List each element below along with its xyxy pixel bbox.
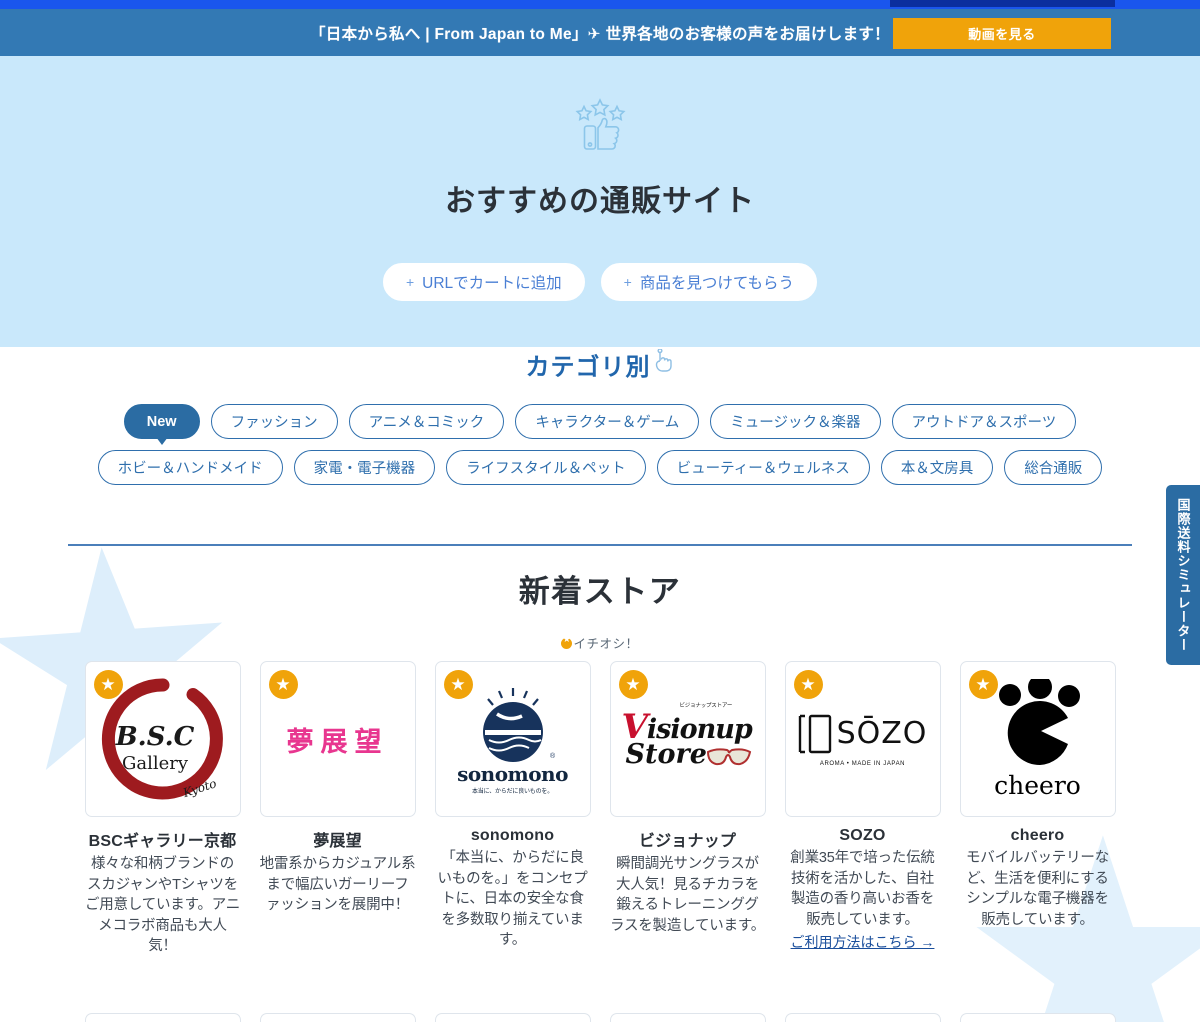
store-card[interactable]: ★ ビジョナップストアー Visionup Store ビジョナップ 瞬間調光サ… xyxy=(610,661,766,957)
category-row-2: ホビー＆ハンドメイド 家電・電子機器 ライフスタイル＆ペット ビューティー＆ウェ… xyxy=(0,450,1200,485)
door-icon xyxy=(798,712,832,756)
store-card[interactable]: ★ SŌZO AROMA • MADE IN JAPAN SOZO 創業35年で… xyxy=(785,661,941,957)
hero-section: おすすめの通販サイト + URLでカートに追加 + 商品を見つけてもらう xyxy=(0,56,1200,347)
store-logo-bsc-gallery-kyoto[interactable]: ★ B.S.C Gallery Kyoto xyxy=(85,661,241,817)
find-products-button[interactable]: + 商品を見つけてもらう xyxy=(601,263,817,301)
category-row-1: New ファッション アニメ＆コミック キャラクター＆ゲーム ミュージック＆楽器… xyxy=(0,404,1200,439)
shipping-simulator-tab-label: 国際送料シミュレーター xyxy=(1174,498,1193,652)
store-logo-text: 夢展望 xyxy=(287,720,389,759)
store-logo-sozo[interactable]: ★ SŌZO AROMA • MADE IN JAPAN xyxy=(785,661,941,817)
cheero-paw-icon xyxy=(982,679,1094,771)
new-stores-section: 新着ストア イチオシ！ ★ B.S.C Gallery Kyoto BSCギャラ… xyxy=(0,566,1200,957)
usage-guide-link[interactable]: ご利用方法はこちら → xyxy=(785,932,941,952)
star-badge-icon xyxy=(561,638,572,649)
hero-actions: + URLでカートに追加 + 商品を見つけてもらう xyxy=(383,263,817,301)
store-description: 地雷系からカジュアル系まで幅広いガーリーファッションを展開中！ xyxy=(260,854,416,916)
announcement-bar: 「日本から私へ | From Japan to Me」✈ 世界各地のお客様の声を… xyxy=(0,9,1200,56)
section-divider xyxy=(68,544,1132,546)
store-card[interactable]: ★ B.S.C Gallery Kyoto BSCギャラリー京都 様々な和柄ブラ… xyxy=(85,661,241,957)
store-card[interactable]: ★ ® sonomono 本当に、からだに良いものを。 xyxy=(435,661,591,957)
category-pill-new[interactable]: New xyxy=(124,404,200,439)
store-card-peek[interactable] xyxy=(610,1013,766,1022)
store-logo-text: SŌZO xyxy=(837,716,928,751)
category-pill-rows: New ファッション アニメ＆コミック キャラクター＆ゲーム ミュージック＆楽器… xyxy=(0,404,1200,485)
page-title: おすすめの通販サイト xyxy=(445,176,755,220)
category-section: カテゴリ別 New ファッション アニメ＆コミック キャラクター＆ゲーム ミュー… xyxy=(0,347,1200,496)
category-pill-hobby-handmade[interactable]: ホビー＆ハンドメイド xyxy=(98,450,283,485)
star-badge-icon: ★ xyxy=(619,670,648,699)
store-name: 夢展望 xyxy=(260,827,416,851)
store-card-peek[interactable] xyxy=(435,1013,591,1022)
category-pill-fashion[interactable]: ファッション xyxy=(211,404,338,439)
store-logo-visionup-store[interactable]: ★ ビジョナップストアー Visionup Store xyxy=(610,661,766,817)
star-badge-icon: ★ xyxy=(794,670,823,699)
plus-icon: + xyxy=(624,274,632,290)
new-stores-heading: 新着ストア xyxy=(0,566,1200,611)
shipping-simulator-tab[interactable]: 国際送料シミュレーター xyxy=(1166,485,1200,665)
category-pill-character-game[interactable]: キャラクター＆ゲーム xyxy=(515,404,699,439)
sunglasses-icon xyxy=(706,746,752,768)
store-description: 「本当に、からだに良いものを。」をコンセプトに、日本の安全な食を多数取り揃えてい… xyxy=(435,848,591,951)
add-url-to-cart-button[interactable]: + URLでカートに追加 xyxy=(383,263,585,301)
find-products-label: 商品を見つけてもらう xyxy=(640,271,794,293)
category-pill-music-instruments[interactable]: ミュージック＆楽器 xyxy=(710,404,880,439)
category-pill-outdoor-sports[interactable]: アウトドア＆スポーツ xyxy=(892,404,1077,439)
category-pill-beauty-wellness[interactable]: ビューティー＆ウェルネス xyxy=(657,450,870,485)
store-logo-cheero[interactable]: ★ cheero xyxy=(960,661,1116,817)
category-heading: カテゴリ別 xyxy=(0,347,1200,382)
store-grid: ★ B.S.C Gallery Kyoto BSCギャラリー京都 様々な和柄ブラ… xyxy=(0,661,1200,957)
store-logo-text: sonomono xyxy=(457,762,568,786)
watch-video-button[interactable]: 動画を見る xyxy=(893,18,1111,49)
category-pill-general-shopping[interactable]: 総合通販 xyxy=(1004,450,1102,485)
top-browser-strip xyxy=(0,0,1200,9)
store-logo-sonomono[interactable]: ★ ® sonomono 本当に、からだに良いものを。 xyxy=(435,661,591,817)
store-card-peek[interactable] xyxy=(960,1013,1116,1022)
store-description: 創業35年で培った伝統技術を活かした、自社製造の香り高いお香を販売しています。 xyxy=(785,848,941,930)
store-logo-yumetenbou[interactable]: ★ 夢展望 xyxy=(260,661,416,817)
announcement-text: 「日本から私へ | From Japan to Me」✈ 世界各地のお客様の声を… xyxy=(310,22,890,44)
add-url-to-cart-label: URLでカートに追加 xyxy=(422,271,562,293)
featured-label: イチオシ！ xyxy=(0,633,1200,652)
store-name: sonomono xyxy=(435,827,591,845)
store-logo-subtext: AROMA • MADE IN JAPAN xyxy=(820,761,905,767)
store-description: 様々な和柄ブランドのスカジャンやTシャツをご用意しています。アニメコラボ商品も大… xyxy=(85,854,241,957)
store-name: SOZO xyxy=(785,827,941,845)
star-badge-icon: ★ xyxy=(94,670,123,699)
category-pill-appliances-electronics[interactable]: 家電・電子機器 xyxy=(294,450,436,485)
category-heading-label: カテゴリ別 xyxy=(526,347,651,382)
store-name: cheero xyxy=(960,827,1116,845)
category-pill-anime-comic[interactable]: アニメ＆コミック xyxy=(349,404,505,439)
star-badge-icon: ★ xyxy=(969,670,998,699)
star-badge-icon: ★ xyxy=(444,670,473,699)
top-strip-highlight xyxy=(890,0,1115,7)
store-description: モバイルバッテリーなど、生活を便利にするシンプルな電子機器を販売しています。 xyxy=(960,848,1116,930)
featured-label-text: イチオシ！ xyxy=(573,637,638,651)
store-logo-text: cheero xyxy=(994,771,1081,800)
store-description: 瞬間調光サングラスが大人気！見るチカラを鍛えるトレーニンググラスを製造しています… xyxy=(610,854,766,936)
store-card-peek[interactable] xyxy=(785,1013,941,1022)
svg-text:Gallery: Gallery xyxy=(121,753,188,774)
category-pill-lifestyle-pet[interactable]: ライフスタイル＆ペット xyxy=(446,450,646,485)
store-name: BSCギャラリー京都 xyxy=(85,827,241,851)
store-name: ビジョナップ xyxy=(610,827,766,851)
store-card[interactable]: ★ 夢展望 夢展望 地雷系からカジュアル系まで幅広いガーリーファッションを展開中… xyxy=(260,661,416,957)
svg-text:B.S.C: B.S.C xyxy=(114,722,194,752)
plus-icon: + xyxy=(406,274,414,290)
sonomono-mark-icon: ® xyxy=(467,684,559,762)
category-pill-books-stationery[interactable]: 本＆文房具 xyxy=(881,450,994,485)
svg-text:®: ® xyxy=(550,752,556,760)
store-card-peek[interactable] xyxy=(85,1013,241,1022)
store-card-peek[interactable] xyxy=(260,1013,416,1022)
thumbs-up-stars-icon xyxy=(569,97,631,160)
store-card[interactable]: ★ cheero cheero モバイルバッテリーなど、生活を便利にするシンプル… xyxy=(960,661,1116,957)
store-logo-subtext: 本当に、からだに良いものを。 xyxy=(472,786,553,795)
star-badge-icon: ★ xyxy=(269,670,298,699)
next-store-row-peek xyxy=(0,1013,1200,1022)
pointing-hand-icon xyxy=(653,349,675,380)
